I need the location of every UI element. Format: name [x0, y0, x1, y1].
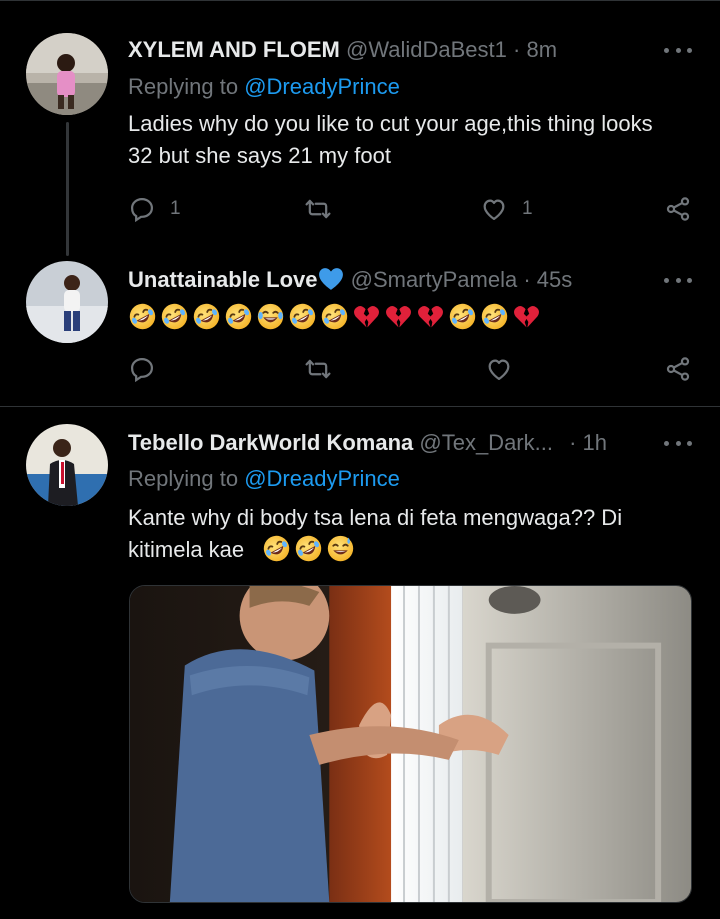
display-name[interactable]: Tebello DarkWorld Komana — [128, 430, 413, 455]
rofl-emoji — [224, 302, 253, 331]
reply-icon — [130, 357, 154, 383]
rofl-emoji — [288, 302, 317, 331]
thread-connector-line — [66, 122, 69, 256]
tweet-media-image[interactable] — [129, 585, 692, 903]
like-count: 1 — [522, 198, 533, 219]
reply-count: 1 — [170, 198, 181, 219]
share-button[interactable] — [664, 352, 692, 386]
tweet-header: Unattainable Love @SmartyPamela · 45s — [128, 267, 572, 297]
rofl-emoji — [262, 534, 291, 563]
reply-button[interactable]: 1 — [128, 192, 181, 226]
timestamp[interactable]: · 1h — [569, 430, 607, 455]
retweet-button[interactable] — [304, 192, 332, 226]
rofl-emoji — [294, 534, 323, 563]
heart-icon — [488, 359, 510, 381]
retweet-icon — [305, 199, 331, 219]
tweet-header: Tebello DarkWorld Komana @Tex_Dark... · … — [128, 430, 607, 456]
blue-heart-icon — [318, 267, 344, 297]
broken-heart-emoji — [512, 302, 541, 331]
heart-icon — [483, 199, 505, 221]
like-button[interactable] — [485, 352, 513, 386]
retweet-button[interactable] — [304, 352, 332, 386]
rofl-emoji — [480, 302, 509, 331]
rofl-emoji — [128, 302, 157, 331]
tweet-divider — [0, 406, 720, 407]
tweet-text-line-1: Kante why di body tsa lena di feta mengw… — [128, 505, 623, 530]
joy-emoji — [256, 302, 285, 331]
tweet-emoji-text — [262, 534, 355, 563]
sweat-smile-emoji — [326, 534, 355, 563]
display-name[interactable]: Unattainable Love — [128, 267, 317, 292]
rofl-emoji — [320, 302, 349, 331]
replying-to-link[interactable]: @DreadyPrince — [244, 466, 400, 491]
timestamp[interactable]: · 8m — [513, 37, 557, 62]
broken-heart-emoji — [352, 302, 381, 331]
timestamp[interactable]: · 45s — [523, 267, 572, 292]
replying-to-line: Replying to @DreadyPrince — [128, 74, 400, 100]
more-icon[interactable] — [664, 40, 692, 60]
replying-to-label: Replying to — [128, 74, 239, 99]
more-icon[interactable] — [664, 270, 692, 290]
handle[interactable]: @WalidDaBest1 — [346, 37, 507, 62]
handle[interactable]: @SmartyPamela — [351, 267, 518, 292]
broken-heart-emoji — [384, 302, 413, 331]
retweet-icon — [305, 359, 331, 379]
tweet-header: XYLEM AND FLOEM @WalidDaBest1 · 8m — [128, 37, 557, 63]
rofl-emoji — [160, 302, 189, 331]
rofl-emoji — [448, 302, 477, 331]
avatar[interactable] — [26, 33, 108, 115]
share-icon — [666, 197, 690, 221]
top-divider — [0, 0, 720, 1]
replying-to-line: Replying to @DreadyPrince — [128, 466, 400, 492]
avatar[interactable] — [26, 424, 108, 506]
rofl-emoji — [192, 302, 221, 331]
tweet-text-line-2: kitimela kae — [128, 537, 245, 562]
replying-to-label: Replying to — [128, 466, 239, 491]
reply-icon — [130, 197, 154, 223]
tweet-text: Ladies why do you like to cut your age,t… — [128, 111, 653, 168]
tweet-emoji-text — [128, 302, 541, 331]
replying-to-link[interactable]: @DreadyPrince — [244, 74, 400, 99]
like-button[interactable]: 1 — [480, 192, 533, 226]
display-name[interactable]: XYLEM AND FLOEM — [128, 37, 340, 62]
reply-button[interactable] — [128, 352, 156, 386]
tweet-actions — [128, 352, 694, 386]
share-icon — [666, 357, 690, 381]
share-button[interactable] — [664, 192, 692, 226]
handle[interactable]: @Tex_Dark... — [419, 430, 553, 455]
broken-heart-emoji — [416, 302, 445, 331]
tweet-actions: 1 1 — [128, 192, 694, 226]
more-icon[interactable] — [664, 433, 692, 453]
avatar[interactable] — [26, 261, 108, 343]
